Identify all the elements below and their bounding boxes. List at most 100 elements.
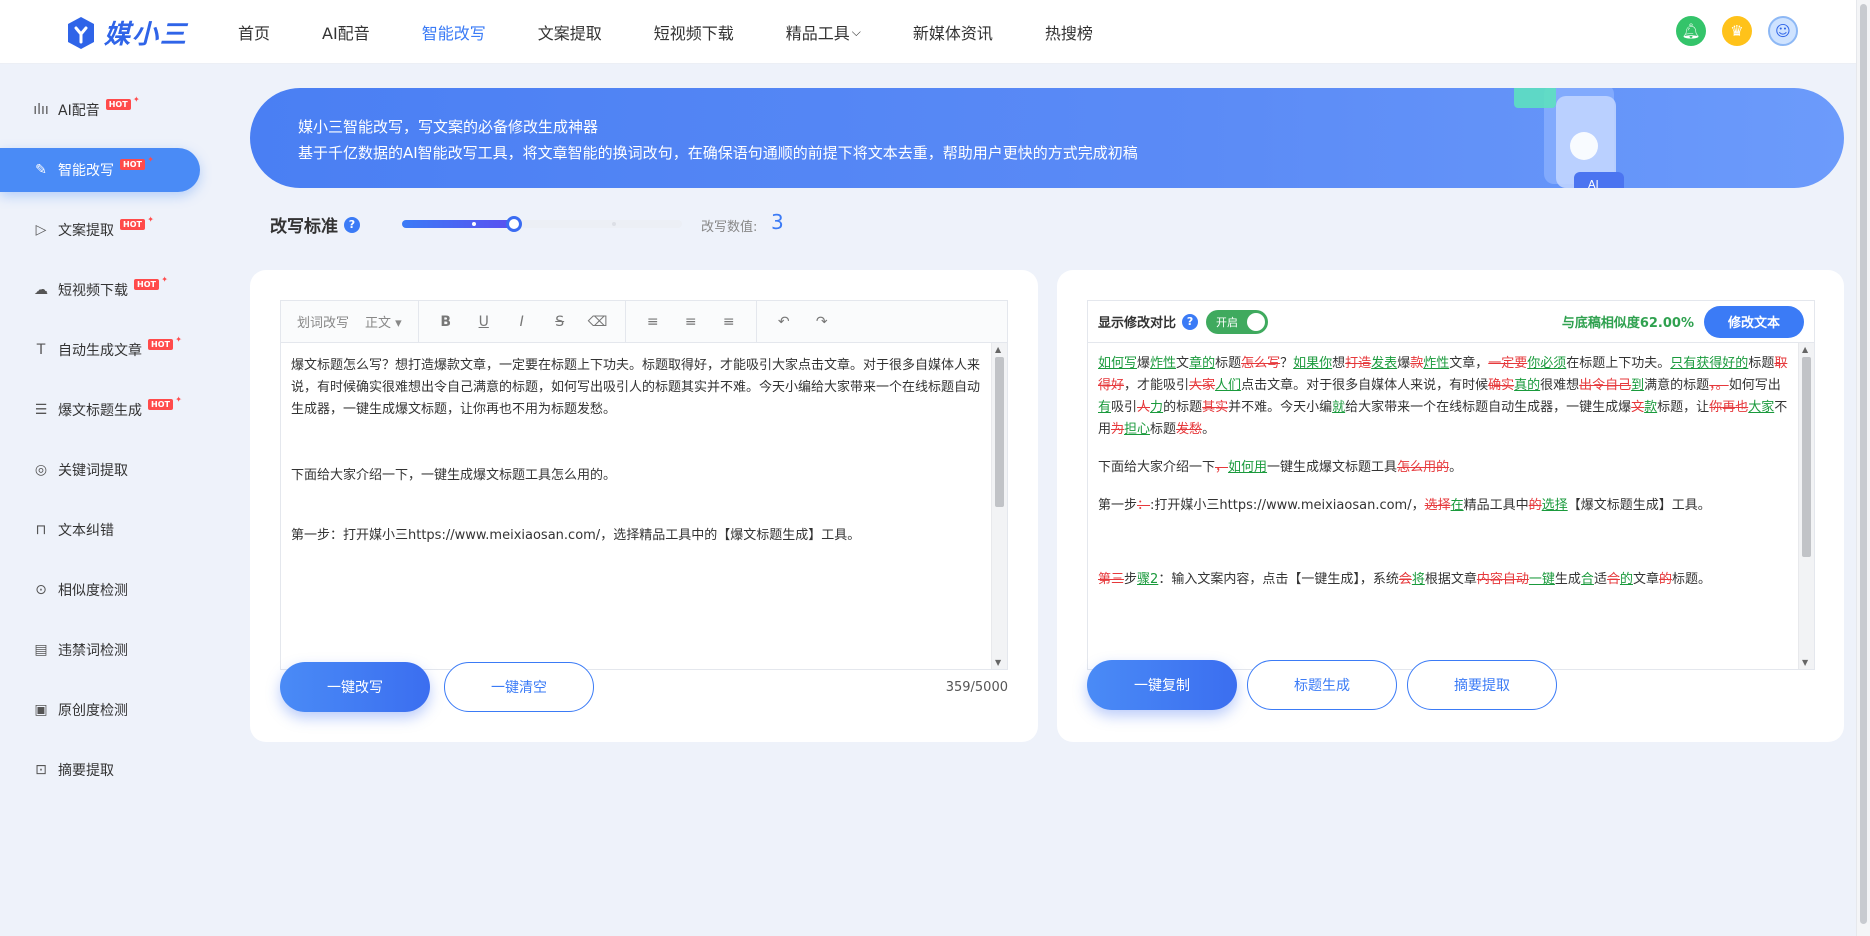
sidebar-item-label: 智能改写 [58, 163, 114, 179]
sidebar-item-keyword[interactable]: ◎ 关键词提取 [0, 448, 200, 492]
paragraph-select[interactable]: 正文 ▾ [365, 312, 402, 331]
scroll-down-icon[interactable]: ▼ [995, 658, 1001, 667]
sidebar-item-label: 摘要提取 [58, 763, 114, 779]
toolbar-group-text: 划词改写 正文 ▾ [281, 300, 419, 343]
nav-hot-search[interactable]: 热搜榜 [1045, 20, 1093, 44]
sidebar-item-text-correction[interactable]: ⊓ 文本纠错 [0, 508, 200, 552]
hot-badge: HOT [134, 275, 168, 290]
main-nav: 首页 AI配音 智能改写 文案提取 短视频下载 精品工具 ⌵ 新媒体资讯 热搜榜 [238, 0, 1145, 64]
sidebar-item-label: 关键词提取 [58, 463, 128, 479]
sidebar-item-auto-article[interactable]: T 自动生成文章 HOT [0, 328, 200, 372]
scroll-up-icon[interactable]: ▲ [1802, 345, 1808, 354]
brand-name: 媒小三 [104, 20, 189, 50]
scroll-down-icon[interactable]: ▼ [1802, 658, 1808, 667]
nav-video-download[interactable]: 短视频下载 [654, 20, 734, 44]
scrollbar-thumb[interactable] [1860, 4, 1867, 924]
rewrite-level-slider[interactable] [402, 216, 682, 232]
source-editor: 划词改写 正文 ▾ B U I S ⌫ ≡ ≡ ≡ ↶ ↷ 爆文标题怎么写？想打… [280, 300, 1008, 670]
eraser-icon[interactable]: ⌫ [579, 314, 617, 330]
sidebar-item-summary[interactable]: ⊡ 摘要提取 [0, 748, 200, 792]
hot-badge: HOT [120, 215, 154, 230]
top-actions: 🔔︎ ♛ ☺ [1676, 16, 1798, 46]
nav-smart-rewrite[interactable]: 智能改写 [422, 20, 486, 44]
forbidden-doc-icon: ▤ [34, 642, 48, 658]
italic-icon[interactable]: I [503, 314, 541, 330]
page-scrollbar[interactable] [1856, 0, 1870, 936]
result-editor: 显示修改对比? 开启 与底稿相似度62.00% 修改文本 如何写爆炸性文章的标题… [1087, 300, 1815, 670]
bell-icon[interactable]: 🔔︎ [1676, 16, 1706, 46]
align-left-icon[interactable]: ≡ [634, 314, 672, 330]
toolbar-group-history: ↶ ↷ [757, 301, 849, 343]
help-icon[interactable]: ? [344, 216, 360, 233]
strikethrough-icon[interactable]: S [541, 314, 579, 330]
slider-knob[interactable] [506, 216, 522, 232]
top-navbar: 媒小三 首页 AI配音 智能改写 文案提取 短视频下载 精品工具 ⌵ 新媒体资讯 … [0, 0, 1870, 64]
cloud-download-icon: ☁ [34, 282, 48, 298]
target-icon: ◎ [34, 462, 48, 478]
redo-icon[interactable]: ↷ [803, 314, 841, 330]
sidebar-item-ai-dubbing[interactable]: ılıı AI配音 HOT [0, 88, 200, 132]
crown-icon[interactable]: ♛ [1722, 16, 1752, 46]
scrollbar-thumb[interactable] [1802, 357, 1811, 557]
underline-icon[interactable]: U [465, 314, 503, 330]
svg-text:AI: AI [1588, 178, 1599, 188]
similarity-value: 与底稿相似度62.00% [1561, 316, 1694, 331]
editor-toolbar: 划词改写 正文 ▾ B U I S ⌫ ≡ ≡ ≡ ↶ ↷ [281, 300, 1007, 343]
nav-label: 短视频下载 [653, 24, 734, 43]
nav-ai-dubbing[interactable]: AI配音 [322, 20, 370, 44]
rewrite-standard-label: 改写标准 ? [270, 212, 360, 237]
sidebar-item-forbidden[interactable]: ▤ 违禁词检测 [0, 628, 200, 672]
slider-step-dot [612, 222, 616, 226]
nav-home[interactable]: 首页 [238, 20, 270, 44]
align-right-icon[interactable]: ≡ [710, 314, 748, 330]
modify-text-button[interactable]: 修改文本 [1704, 305, 1804, 338]
word-rewrite-button[interactable]: 划词改写 [297, 312, 349, 331]
bold-icon[interactable]: B [427, 314, 465, 330]
nav-media-news[interactable]: 新媒体资讯 [913, 20, 993, 44]
clear-button[interactable]: 一键清空 [444, 662, 594, 712]
result-scrollbar[interactable]: ▲ ▼ [1798, 343, 1814, 669]
undo-icon[interactable]: ↶ [765, 314, 803, 330]
sidebar-item-label: 文本纠错 [58, 523, 114, 539]
banner-description: 基于千亿数据的AI智能改写工具，将文章智能的换词改句，在确保语句通顺的前提下将文… [298, 144, 1138, 162]
sidebar-item-video-download[interactable]: ☁ 短视频下载 HOT [0, 268, 200, 312]
scrollbar-thumb[interactable] [995, 357, 1004, 507]
edit-icon: ✎ [35, 162, 47, 178]
nav-premium-tools[interactable]: 精品工具 ⌵ [786, 20, 861, 44]
source-scrollbar[interactable]: ▲ ▼ [991, 343, 1007, 669]
toolbar-group-align: ≡ ≡ ≡ [626, 300, 757, 343]
nav-copy-extract[interactable]: 文案提取 [538, 20, 602, 44]
sidebar-item-originality[interactable]: ▣ 原创度检测 [0, 688, 200, 732]
sidebar-item-copy-extract[interactable]: ▷ 文案提取 HOT [0, 208, 200, 252]
result-panel: 显示修改对比? 开启 与底稿相似度62.00% 修改文本 如何写爆炸性文章的标题… [1057, 270, 1844, 742]
help-icon[interactable]: ? [1182, 313, 1199, 330]
align-center-icon[interactable]: ≡ [672, 314, 710, 330]
sidebar-item-similarity[interactable]: ⊙ 相似度检测 [0, 568, 200, 612]
title-icon: ☰ [34, 402, 48, 418]
banner-headline: 媒小三智能改写，写文案的必备修改生成神器 [298, 118, 599, 136]
source-paragraph: 第一步：打开媒小三https://www.meixiaosan.com/，选择精… [291, 528, 861, 543]
summary-extract-button[interactable]: 摘要提取 [1407, 660, 1557, 710]
sidebar-item-smart-rewrite[interactable]: ✎ 智能改写 HOT [0, 148, 200, 192]
logo-icon [68, 16, 94, 49]
compare-header: 显示修改对比? 开启 与底稿相似度62.00% 修改文本 [1088, 301, 1814, 343]
sidebar-item-title-gen[interactable]: ☰ 爆文标题生成 HOT [0, 388, 200, 432]
rewrite-button[interactable]: 一键改写 [280, 662, 430, 712]
sidebar-item-label: 自动生成文章 [58, 343, 142, 359]
compare-toggle[interactable]: 开启 [1206, 309, 1269, 334]
video-play-icon: ▷ [35, 222, 47, 238]
sidebar-item-label: 原创度检测 [58, 703, 128, 719]
lock-icon: ⊓ [35, 522, 47, 538]
nav-label: 智能改写 [421, 24, 486, 43]
char-count: 359/5000 [945, 680, 1008, 695]
result-textarea[interactable]: 如何写爆炸性文章的标题怎么写？如果你想打造发表爆款炸性文章，一定要你必须在标题上… [1088, 343, 1798, 669]
summary-icon: ⊡ [35, 762, 47, 778]
copy-button[interactable]: 一键复制 [1087, 660, 1237, 710]
title-generate-button[interactable]: 标题生成 [1247, 660, 1397, 710]
scroll-up-icon[interactable]: ▲ [995, 345, 1001, 354]
avatar[interactable]: ☺ [1768, 16, 1798, 46]
brand-logo[interactable]: 媒小三 [66, 14, 188, 51]
chevron-down-icon: ⌵ [851, 24, 861, 39]
source-textarea[interactable]: 爆文标题怎么写？想打造爆款文章，一定要在标题上下功夫。标题取得好，才能吸引大家点… [281, 343, 991, 669]
sidebar-item-label: 文案提取 [58, 223, 114, 239]
